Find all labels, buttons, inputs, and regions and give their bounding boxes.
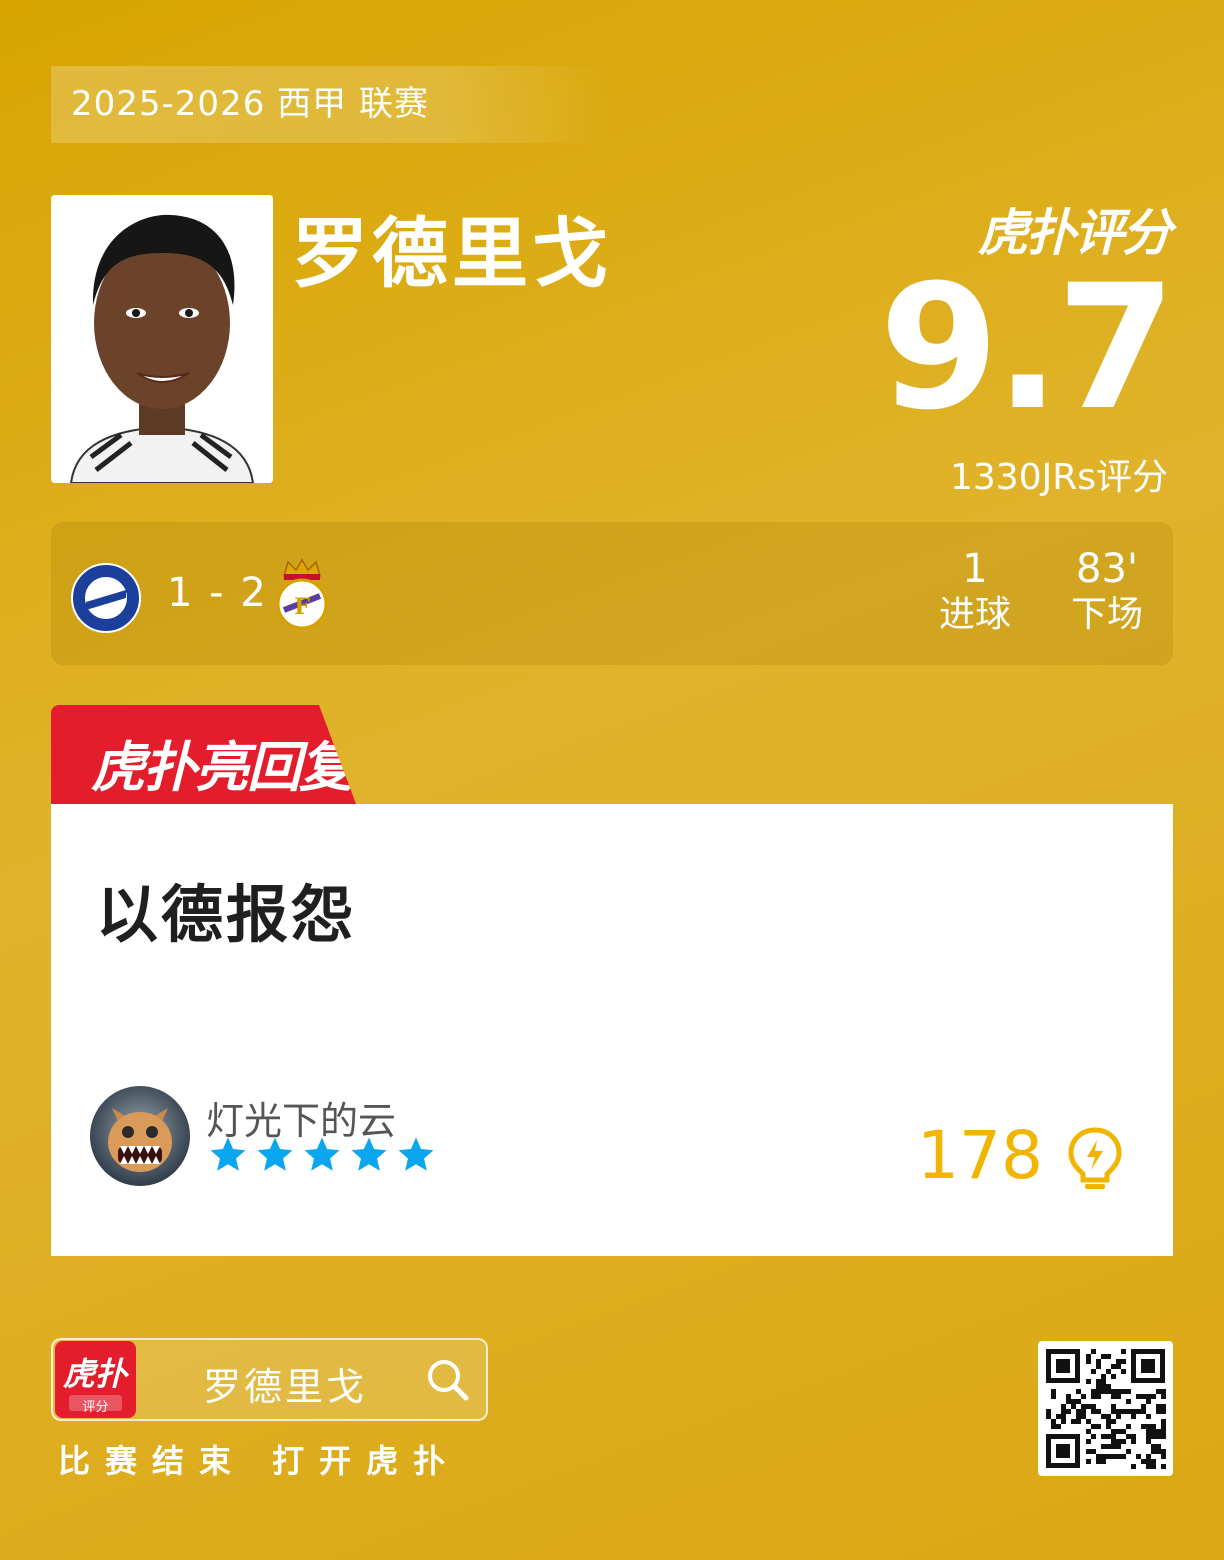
stat-subbed-off-label: 下场 — [1070, 594, 1143, 635]
search-bar[interactable]: 虎扑 评分 罗德里戈 — [51, 1338, 488, 1421]
reply-tag: 虎扑亮回复 — [51, 705, 356, 804]
stat-subbed-off: 83' 下场 — [1061, 546, 1153, 638]
player-name: 罗德里戈 — [292, 209, 612, 298]
stat-goals-label: 进球 — [938, 594, 1011, 635]
footer-caption: 比赛结束 打开虎扑 — [58, 1442, 461, 1480]
rating-score: 9.7 — [879, 247, 1176, 448]
svg-text:虎扑: 虎扑 — [63, 1355, 130, 1393]
star-icon — [304, 1137, 340, 1171]
star-icon — [257, 1137, 293, 1171]
star-icon — [398, 1137, 434, 1171]
user-avatar[interactable] — [90, 1086, 190, 1186]
like-count: 178 — [917, 1117, 1043, 1194]
app-icon-label: 评分 — [82, 1400, 109, 1415]
alaves-badge-icon — [70, 562, 142, 638]
user-star-rating — [206, 1134, 438, 1176]
svg-text:F: F — [294, 594, 310, 620]
star-icon — [210, 1137, 246, 1171]
search-query: 罗德里戈 — [203, 1365, 368, 1409]
reply-text: 以德报怨 — [96, 878, 357, 951]
match-score: 1 - 2 — [167, 570, 268, 616]
match-summary: 1 - 2 F 1 进球 83' 下场 — [51, 522, 1173, 665]
search-icon[interactable] — [424, 1356, 472, 1408]
hupu-app-icon: 虎扑 评分 — [55, 1341, 136, 1418]
season-label: 2025-2026 西甲 联赛 — [51, 66, 611, 143]
star-icon — [351, 1137, 387, 1171]
reply-card: 以德报怨 灯光下的云 178 — [51, 804, 1173, 1256]
stat-goals: 1 进球 — [929, 546, 1021, 638]
stat-goals-value: 1 — [962, 546, 988, 592]
real-madrid-badge-icon: F — [274, 558, 330, 636]
stat-subbed-off-value: 83' — [1076, 546, 1138, 592]
lightbulb-like-icon[interactable] — [1067, 1126, 1123, 1196]
player-photo — [51, 195, 273, 483]
reply-tag-label: 虎扑亮回复 — [91, 736, 353, 799]
qr-code — [1038, 1341, 1173, 1476]
rating-votes: 1330JRs评分 — [949, 457, 1168, 498]
